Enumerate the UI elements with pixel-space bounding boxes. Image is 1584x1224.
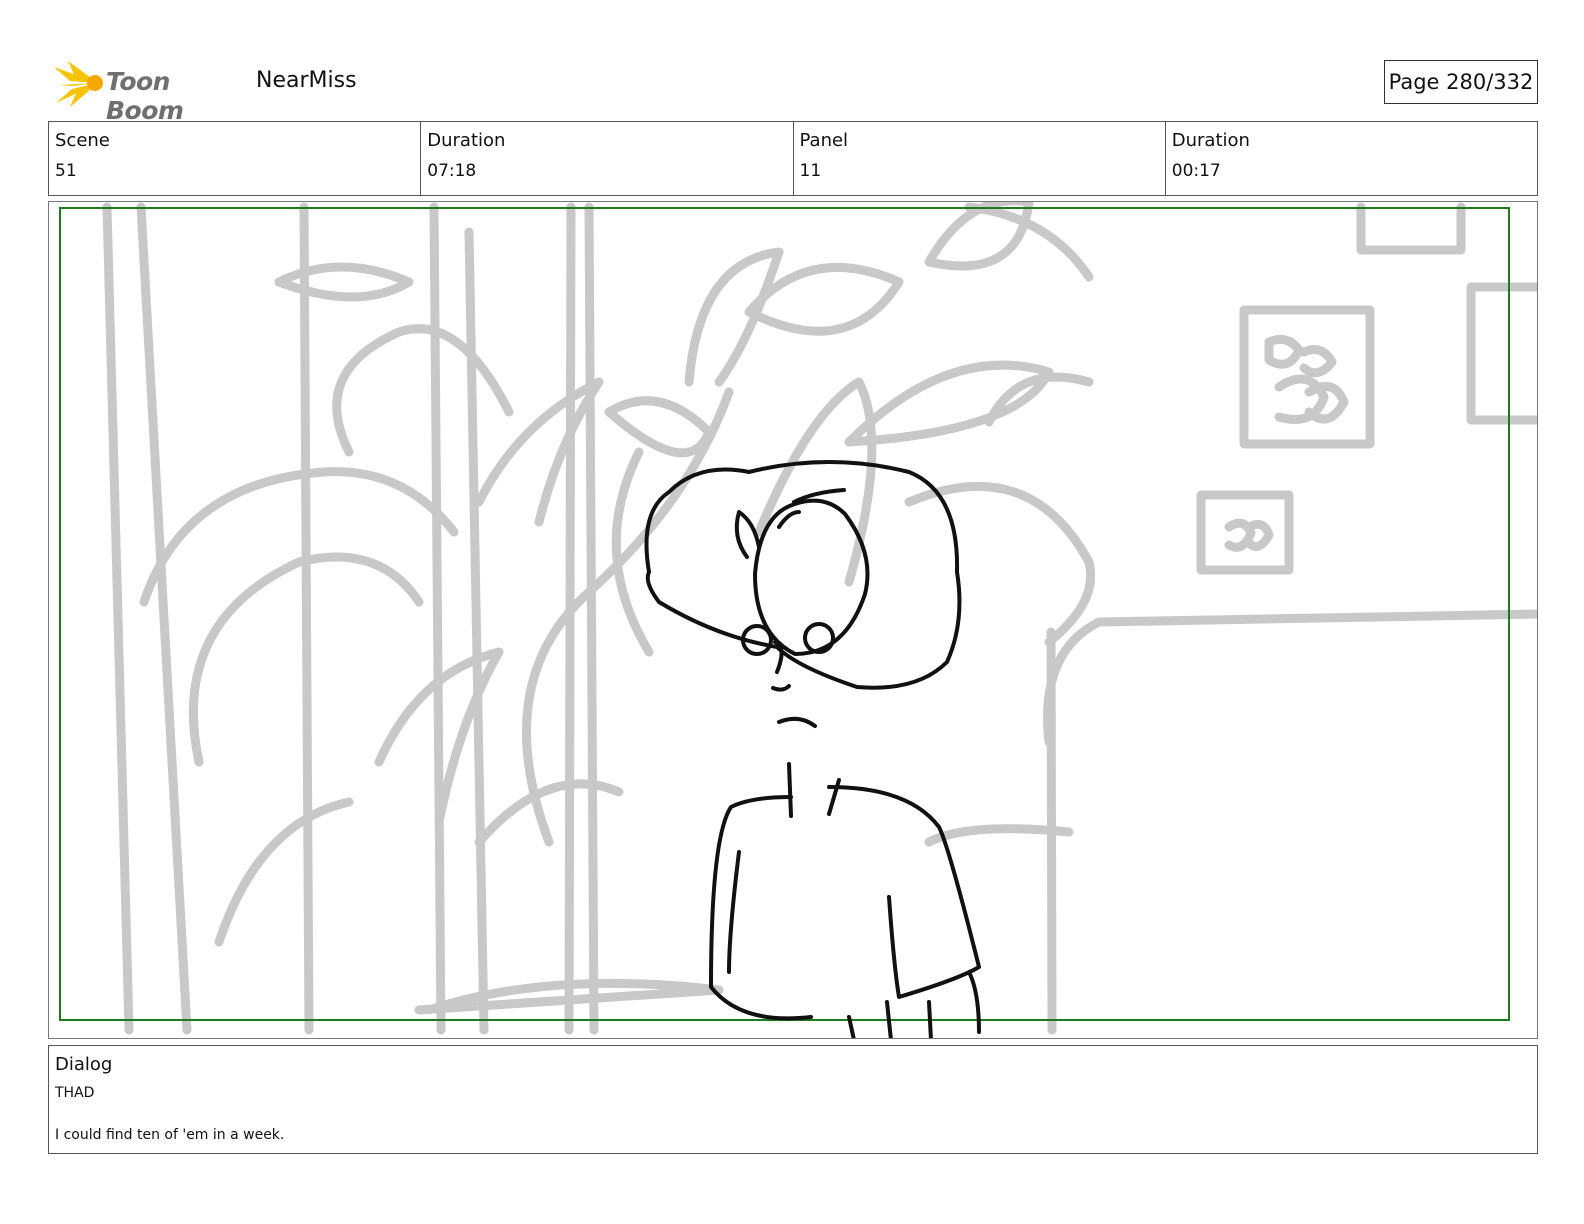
character-thad xyxy=(644,460,981,1038)
scene-value: 51 xyxy=(55,161,77,181)
panel-duration-label: Duration xyxy=(1171,130,1250,151)
scene-info-table: Scene 51 Duration 07:18 Panel 11 Duratio… xyxy=(48,121,1538,196)
starburst-icon xyxy=(54,61,103,107)
panel-value: 11 xyxy=(799,161,822,181)
project-name: NearMiss xyxy=(256,68,357,93)
scene-duration-value: 07:18 xyxy=(427,161,477,181)
scene-label: Scene xyxy=(55,130,110,151)
scene-duration-cell: Duration 07:18 xyxy=(421,122,794,195)
panel-duration-cell: Duration 00:17 xyxy=(1166,122,1537,195)
dialog-box: Dialog THAD I could find ten of 'em in a… xyxy=(48,1045,1538,1154)
background-sketch xyxy=(102,202,1537,1035)
panel-duration-value: 00:17 xyxy=(1171,161,1221,181)
scene-duration-label: Duration xyxy=(427,130,506,151)
dialog-character: THAD xyxy=(55,1085,95,1101)
logo-text: Toon Boom xyxy=(106,67,184,125)
toon-boom-logo: Toon Boom xyxy=(50,55,250,125)
storyboard-panel xyxy=(48,201,1538,1039)
scene-cell: Scene 51 xyxy=(49,122,422,195)
panel-sketch xyxy=(59,202,1537,1038)
dialog-line: I could find ten of 'em in a week. xyxy=(55,1127,285,1143)
panel-cell: Panel 11 xyxy=(794,122,1166,195)
page-number: Page 280/332 xyxy=(1384,60,1538,104)
dialog-label: Dialog xyxy=(55,1054,113,1075)
panel-label: Panel xyxy=(799,130,849,151)
